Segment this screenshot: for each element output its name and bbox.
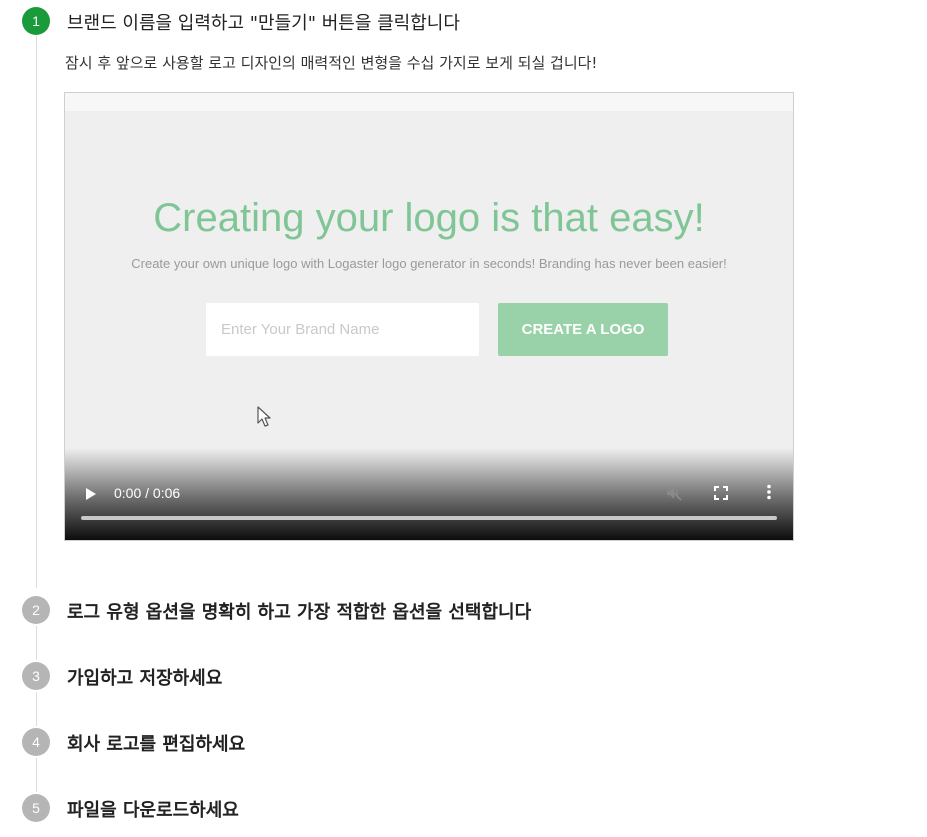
video-create-button: CREATE A LOGO: [498, 303, 668, 356]
video-subline: Create your own unique logo with Logaste…: [131, 256, 727, 271]
step-description: 잠시 후 앞으로 사용할 로고 디자인의 매력적인 변형을 수십 가지로 보게 …: [65, 54, 598, 72]
step-number-badge: 1: [22, 7, 50, 35]
timeline-line: [36, 758, 37, 792]
step-title: 회사 로고를 편집하세요: [67, 734, 246, 755]
video-top-bar: [65, 93, 793, 111]
video-progress-track[interactable]: [81, 516, 777, 520]
step-title: 로그 유형 옵션을 명확히 하고 가장 적합한 옵션을 선택합니다: [67, 602, 532, 623]
step-title: 브랜드 이름을 입력하고 "만들기" 버튼을 클릭합니다: [67, 13, 460, 34]
muted-speaker-icon[interactable]: [665, 484, 683, 506]
video-brand-input: Enter Your Brand Name: [206, 303, 479, 356]
step-number-badge: 3: [22, 662, 50, 690]
step-title: 파일을 다운로드하세요: [67, 800, 239, 821]
step-number-badge: 4: [22, 728, 50, 756]
play-icon[interactable]: [85, 486, 97, 505]
step-number-badge: 5: [22, 794, 50, 822]
video-player[interactable]: Creating your logo is that easy! Create …: [64, 92, 794, 541]
timeline-line: [36, 36, 37, 588]
timeline-line: [36, 626, 37, 660]
timeline-line: [36, 692, 37, 726]
video-time: 0:00 / 0:06: [114, 485, 181, 501]
fullscreen-icon[interactable]: [714, 485, 728, 504]
step-number-badge: 2: [22, 596, 50, 624]
more-vertical-icon[interactable]: [766, 484, 772, 504]
mouse-pointer-icon: [257, 406, 271, 432]
video-headline: Creating your logo is that easy!: [153, 196, 705, 240]
step-title: 가입하고 저장하세요: [67, 668, 223, 689]
